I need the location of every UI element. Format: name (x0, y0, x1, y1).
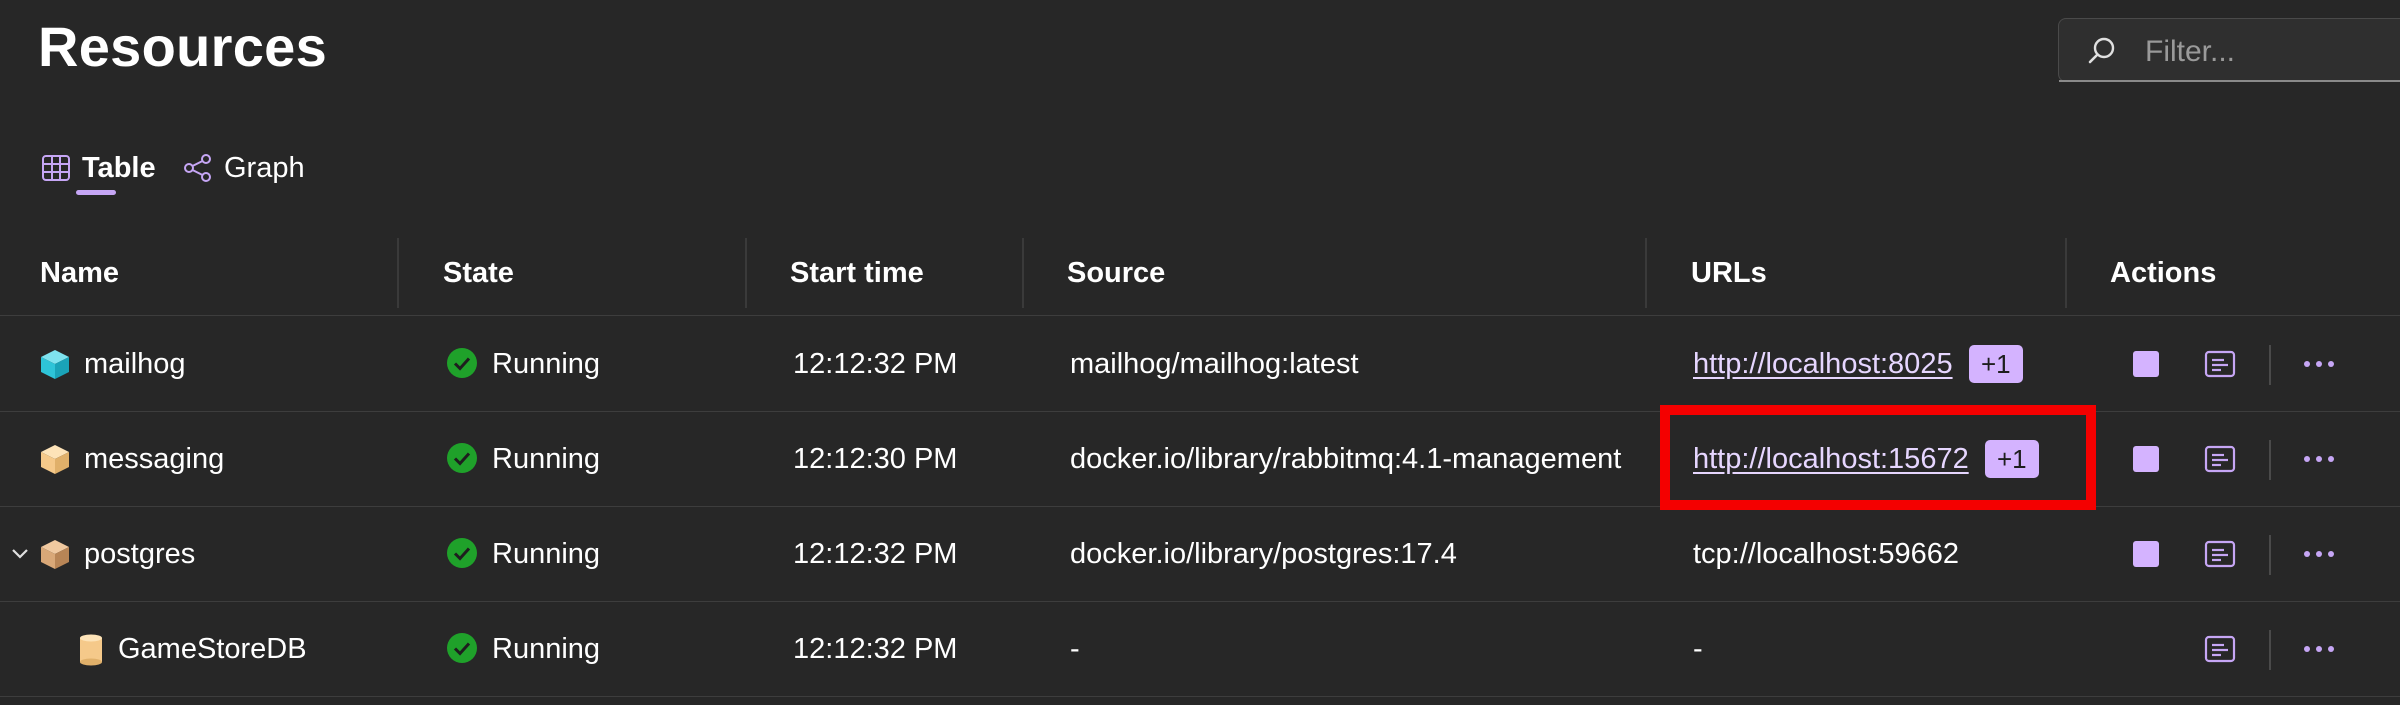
action-divider (2269, 630, 2271, 670)
table-header: Name State Start time Source URLs Action… (0, 230, 2400, 316)
console-logs-icon[interactable] (2204, 634, 2236, 664)
column-resize-handle[interactable] (1022, 238, 1024, 308)
url-text: - (1693, 633, 1703, 665)
source-text: mailhog/mailhog:latest (1070, 348, 1359, 380)
container-icon (41, 540, 69, 569)
tab-table[interactable]: Table (40, 140, 156, 196)
stop-button[interactable] (2133, 446, 2159, 472)
table-row[interactable]: mailhog Running 12:12:32 PM mailhog/mail… (0, 317, 2400, 412)
filter-input[interactable] (2143, 31, 2400, 73)
running-status-icon (447, 633, 477, 663)
resource-name[interactable]: postgres (84, 507, 195, 601)
table-icon (42, 155, 70, 181)
url-text: tcp://localhost:59662 (1693, 538, 1960, 570)
table-row[interactable]: postgres Running 12:12:32 PM docker.io/l… (0, 507, 2400, 602)
start-time: 12:12:32 PM (793, 538, 958, 570)
source-text: docker.io/library/rabbitmq:4.1-managemen… (1070, 443, 1622, 475)
column-header-actions: Actions (2110, 257, 2217, 289)
container-icon (41, 350, 69, 379)
column-header-state[interactable]: State (443, 230, 514, 316)
start-time: 12:12:32 PM (793, 348, 958, 380)
url-link[interactable]: http://localhost:15672 (1693, 412, 1969, 506)
state-text: Running (492, 443, 601, 475)
action-divider (2269, 345, 2271, 385)
state-text: Running (492, 538, 601, 570)
running-status-icon (447, 348, 477, 378)
tab-table-label: Table (82, 151, 156, 184)
tab-graph-label: Graph (224, 151, 305, 184)
stop-button[interactable] (2133, 541, 2159, 567)
more-options-icon[interactable] (2302, 539, 2336, 569)
resource-name[interactable]: GameStoreDB (118, 602, 307, 696)
column-resize-handle[interactable] (745, 238, 747, 308)
resource-name[interactable]: mailhog (84, 317, 186, 411)
running-status-icon (447, 443, 477, 473)
column-header-name[interactable]: Name (40, 230, 119, 316)
chevron-down-icon[interactable] (8, 541, 32, 565)
filter-underline (2059, 80, 2400, 82)
url-link[interactable]: http://localhost:8025 (1693, 317, 1953, 411)
table-row[interactable]: messaging Running 12:12:30 PM docker.io/… (0, 412, 2400, 507)
table-row[interactable]: GameStoreDB Running 12:12:32 PM - - (0, 602, 2400, 697)
resource-name[interactable]: messaging (84, 412, 224, 506)
database-icon (80, 634, 102, 666)
more-options-icon[interactable] (2302, 444, 2336, 474)
state-text: Running (492, 633, 601, 665)
more-urls-badge[interactable]: +1 (1985, 440, 2039, 478)
start-time: 12:12:32 PM (793, 633, 958, 665)
running-status-icon (447, 538, 477, 568)
console-logs-icon[interactable] (2204, 349, 2236, 379)
search-icon (2088, 37, 2115, 64)
column-header-start-time[interactable]: Start time (790, 230, 924, 316)
column-resize-handle[interactable] (2065, 238, 2067, 308)
source-text: docker.io/library/postgres:17.4 (1070, 538, 1457, 570)
column-header-urls[interactable]: URLs (1691, 230, 1767, 316)
source-text: - (1070, 633, 1080, 665)
console-logs-icon[interactable] (2204, 444, 2236, 474)
action-divider (2269, 440, 2271, 480)
more-options-icon[interactable] (2302, 349, 2336, 379)
filter-box[interactable] (2058, 18, 2400, 82)
stop-button[interactable] (2133, 351, 2159, 377)
graph-icon (184, 154, 211, 182)
page-title: Resources (38, 15, 328, 78)
more-options-icon[interactable] (2302, 634, 2336, 664)
column-resize-handle[interactable] (1645, 238, 1647, 308)
action-divider (2269, 535, 2271, 575)
active-tab-indicator (76, 190, 116, 195)
more-urls-badge[interactable]: +1 (1969, 345, 2023, 383)
container-icon (41, 445, 69, 474)
state-text: Running (492, 348, 601, 380)
column-resize-handle[interactable] (397, 238, 399, 308)
tab-graph[interactable]: Graph (182, 140, 305, 196)
column-header-source[interactable]: Source (1067, 230, 1165, 316)
start-time: 12:12:30 PM (793, 443, 958, 475)
console-logs-icon[interactable] (2204, 539, 2236, 569)
